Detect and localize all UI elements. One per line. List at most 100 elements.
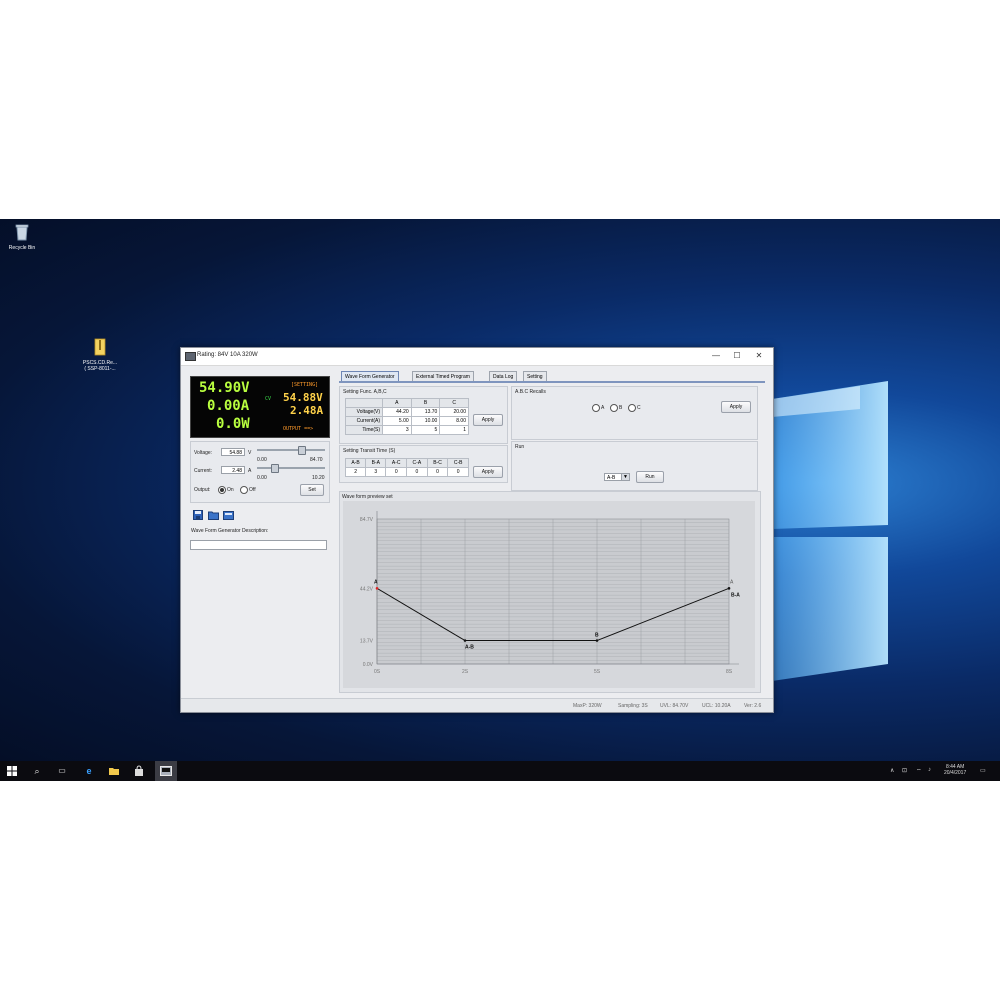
notification-icon[interactable]: ▭ [980,767,986,774]
recall-b-label: B [619,405,623,411]
transit-apply-button[interactable]: Apply [473,466,503,478]
table-cell[interactable]: 0 [447,467,469,477]
lcd-power: 0.0W [216,416,250,432]
status-ucl: UCL: 10.20A [702,703,731,709]
run-button[interactable]: Run [636,471,664,483]
recall-c-radio[interactable] [628,404,636,412]
current-slider[interactable] [257,464,325,473]
status-bar: MaxP: 320W Sampling: 3S UVL: 84.70V UCL:… [181,698,773,712]
wave-point [595,639,599,642]
chevron-up-icon[interactable]: ∧ [890,767,894,774]
setting-func-apply-button[interactable]: Apply [473,414,503,426]
recall-a-radio[interactable] [592,404,600,412]
current-slider-thumb[interactable] [270,464,279,473]
voltage-max: 84.70 [310,457,323,463]
column-header: A-C [385,458,408,468]
desktop-screen: Recycle Bin PSCS.CD.Re... ( SSP-8011-...… [0,219,1000,781]
network-icon[interactable]: ⊡ [902,767,907,774]
clock-date: 20/4/2017 [944,770,967,776]
taskbar-active-app[interactable] [155,761,177,781]
run-panel: Run A-B ▼ Run [511,441,758,491]
wifi-icon[interactable]: ⌔ [916,767,922,775]
recall-b-radio[interactable] [610,404,618,412]
chevron-down-icon[interactable]: ▼ [621,474,629,480]
table-cell[interactable]: 13.70 [410,407,441,417]
run-sequence-select[interactable]: A-B ▼ [604,473,630,481]
output-off-radio[interactable] [240,486,248,494]
current-input[interactable]: 2.48 [221,466,245,474]
column-header: A [382,398,412,408]
desktop-icon-recycle-bin[interactable]: Recycle Bin [0,223,44,251]
tab-strip-divider [339,381,765,383]
output-off-label: Off [249,487,256,493]
table-cell[interactable]: 3 [382,425,412,435]
export-icon[interactable] [223,510,234,520]
minimize-button[interactable]: — [709,350,723,362]
app-icon [185,352,196,361]
status-version: Ver: 2.6 [744,703,762,709]
x-tick-label: 0S [374,669,381,675]
lcd-setting-tag: [SETTING] [291,382,319,388]
table-cell[interactable]: 5.00 [382,416,412,426]
wave-point [727,587,731,590]
current-min: 0.00 [257,475,267,481]
voltage-slider[interactable] [257,446,325,455]
store-icon[interactable] [133,765,145,777]
wave-preview-title: Wave form preview set [342,494,393,500]
table-cell[interactable]: 44.20 [382,407,412,417]
save-icon[interactable] [193,510,203,520]
voltage-input[interactable]: 54.88 [221,448,245,456]
voltage-label: Voltage: [194,450,213,456]
table-cell[interactable]: 2 [344,467,367,477]
output-label: Output: [194,487,211,493]
file-explorer-icon[interactable] [108,765,120,777]
table-cell[interactable]: 3 [365,467,387,477]
point-label: A-B [465,645,474,651]
voltage-slider-thumb[interactable] [298,446,307,455]
search-icon[interactable]: ⌕ [31,765,43,777]
setting-func-title: Setting Func. A,B,C [343,389,387,395]
row-header: Current(A) [345,416,383,426]
table-cell[interactable]: 0 [406,467,428,477]
description-input[interactable] [190,540,327,550]
recycle-bin-icon [15,224,29,241]
table-cell[interactable]: 20.00 [439,407,469,417]
chart-grid [376,518,730,665]
clock[interactable]: 8:44 AM 20/4/2017 [944,764,966,776]
table-cell[interactable]: 1 [439,425,469,435]
table-cell[interactable]: 8.00 [439,416,469,426]
y-tick-label: 84.7V [360,517,374,523]
wave-point [375,587,379,590]
point-label: B-A [731,592,740,598]
task-view-icon[interactable]: ▭ [56,765,68,777]
window-title: Rating: 84V 10A 320W [197,352,258,358]
title-bar[interactable]: Rating: 84V 10A 320W — ☐ ✕ [181,348,773,366]
maximize-button[interactable]: ☐ [730,350,744,362]
x-tick-label: 5S [594,669,601,675]
lcd-current: 0.00A [207,398,250,414]
table-cell[interactable]: 10.00 [410,416,441,426]
edge-icon[interactable]: e [83,765,95,777]
transit-time-table: A-B B-A A-C C-A B-C C-B 2 3 0 0 0 0 [344,458,469,477]
y-tick-label: 13.7V [360,639,374,645]
volume-icon[interactable]: ♪ [928,767,931,773]
table-cell[interactable]: 0 [426,467,449,477]
windows-start-icon[interactable] [6,765,18,777]
column-header: A-B [344,458,367,468]
point-label: A [374,579,378,585]
recall-a-label: A [601,405,605,411]
table-cell[interactable]: 5 [410,425,441,435]
description-label: Wave Form Generator Description: [191,528,269,534]
wave-point [463,639,467,642]
row-header: Time(S) [345,425,383,435]
setting-func-panel: Setting Func. A,B,C A B C Voltage(V) 44.… [339,386,508,444]
set-button[interactable]: Set [300,484,324,496]
column-header: C-B [447,458,469,468]
desktop-icon-zip-file[interactable]: PSCS.CD.Re... ( SSP-8011-... [78,332,122,378]
close-button[interactable]: ✕ [752,350,766,362]
open-folder-icon[interactable] [208,510,219,520]
output-on-radio[interactable] [218,486,226,494]
recalls-apply-button[interactable]: Apply [721,401,751,413]
lcd-display: 54.90V 0.00A 0.0W [SETTING] CV 54.88V 2.… [190,376,330,438]
table-cell[interactable]: 0 [385,467,408,477]
